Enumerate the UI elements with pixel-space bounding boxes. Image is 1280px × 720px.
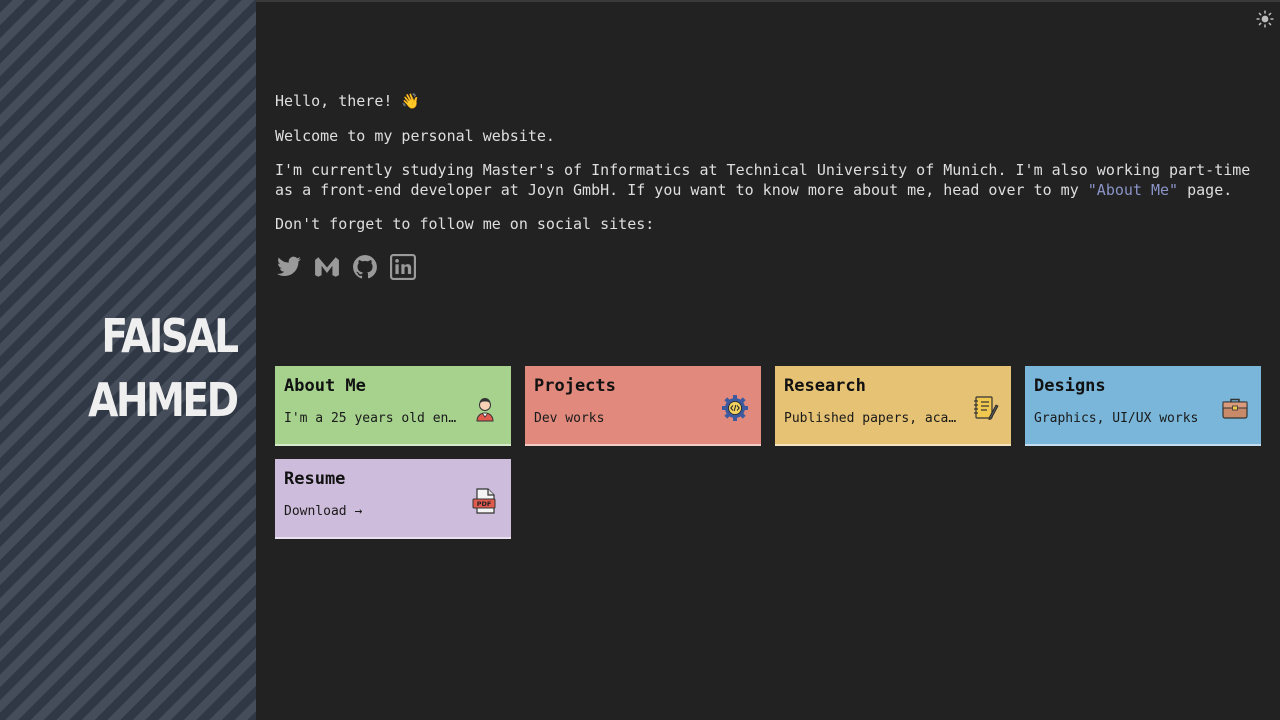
card-title: About Me: [284, 376, 366, 396]
top-divider: [256, 0, 1280, 2]
card-title: Designs: [1034, 376, 1106, 396]
card-title: Projects: [534, 376, 616, 396]
person-icon: [471, 394, 499, 422]
medium-link[interactable]: [313, 253, 341, 281]
about-me-link[interactable]: "About Me": [1088, 181, 1178, 199]
card-description: Published papers, academic works: [784, 411, 964, 426]
linkedin-link[interactable]: [389, 253, 417, 281]
about-suffix: page.: [1178, 180, 1233, 199]
theme-toggle-button[interactable]: [1254, 8, 1276, 30]
greeting-text: Hello, there! 👋: [275, 92, 421, 110]
last-name: AHMED: [87, 373, 239, 427]
site-owner-name: FAISAL AHMED: [87, 304, 239, 432]
twitter-link[interactable]: [275, 253, 303, 281]
sun-icon: [1256, 10, 1274, 28]
notebook-icon: [971, 394, 999, 422]
intro-section: Hello, there! 👋 Welcome to my personal w…: [275, 92, 1265, 281]
twitter-icon: [277, 256, 301, 276]
sidebar: FAISAL AHMED: [0, 0, 256, 720]
pdf-icon: PDF: [471, 487, 499, 515]
card-description: Dev works: [534, 411, 605, 426]
code-gear-icon: [721, 394, 749, 422]
briefcase-icon: [1221, 394, 1249, 422]
linkedin-icon: [390, 253, 416, 280]
svg-text:PDF: PDF: [477, 500, 492, 508]
card-projects[interactable]: Projects Dev works: [525, 366, 761, 446]
github-icon: [353, 254, 377, 278]
follow-text: Don't forget to follow me on social site…: [275, 215, 655, 233]
card-description: Download →: [284, 504, 363, 519]
card-about-me[interactable]: About Me I'm a 25 years old engineer: [275, 366, 511, 446]
card-resume[interactable]: Resume Download → PDF: [275, 459, 511, 539]
first-name: FAISAL: [100, 309, 239, 363]
card-research[interactable]: Research Published papers, academic work…: [775, 366, 1011, 446]
about-paragraph: I'm currently studying Master's of Infor…: [275, 161, 1265, 200]
card-title: Research: [784, 376, 866, 396]
card-title: Resume: [284, 469, 346, 489]
card-description: Graphics, UI/UX works: [1034, 411, 1199, 426]
medium-icon: [315, 256, 339, 277]
card-description: I'm a 25 years old engineer: [284, 411, 464, 426]
welcome-text: Welcome to my personal website.: [275, 126, 555, 145]
card-designs[interactable]: Designs Graphics, UI/UX works: [1025, 366, 1261, 446]
social-links: [275, 253, 1265, 281]
github-link[interactable]: [351, 253, 379, 281]
